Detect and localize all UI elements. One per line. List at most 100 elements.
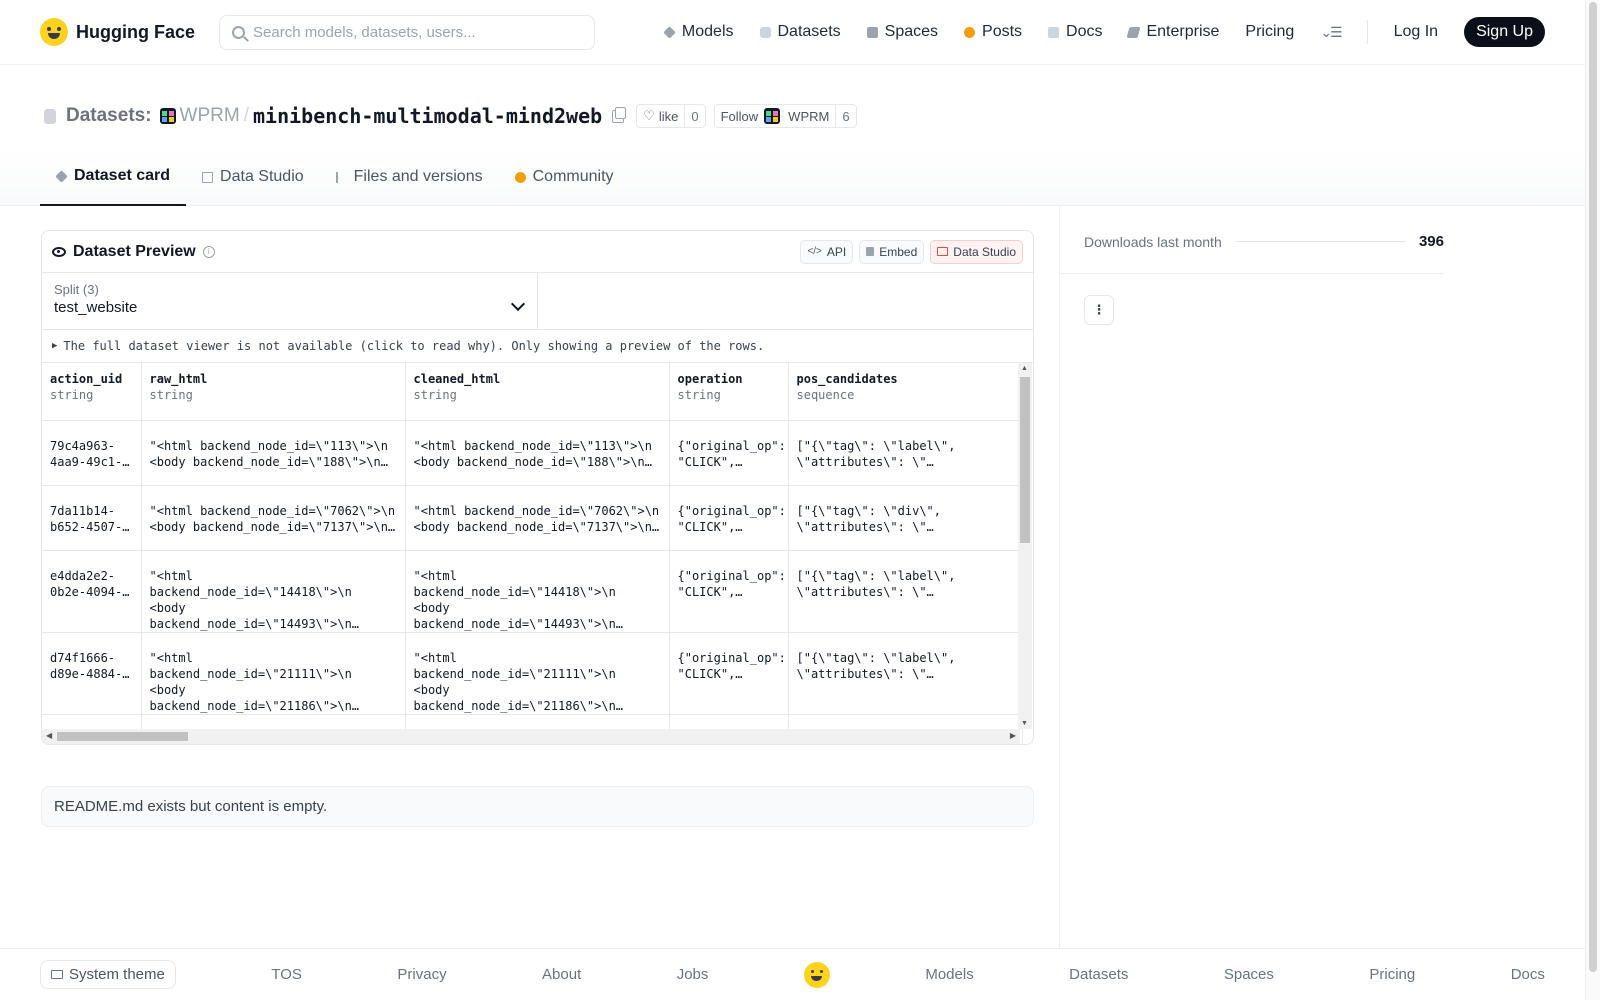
nav-pricing[interactable]: Pricing	[1245, 23, 1294, 41]
scroll-thumb[interactable]	[1020, 377, 1030, 543]
search-input[interactable]: Search models, datasets, users...	[219, 14, 596, 50]
scroll-down-arrow-icon[interactable]: ▼	[1021, 720, 1028, 727]
section-label[interactable]: Datasets:	[66, 105, 152, 127]
split-value: test_website	[54, 299, 138, 316]
table-header-row: action_uid string raw_html string cleaned_…	[42, 363, 1023, 421]
table-cell: 79c4a963- 4aa9-49c1-…	[42, 420, 142, 486]
nav-models[interactable]: Models	[663, 23, 734, 41]
table-cell: "<html backend_node_id=\"14418\">\n <bod…	[141, 550, 406, 633]
tab-files-and-versions[interactable]: Files and versions	[320, 148, 499, 206]
table-cell: "<html backend_node_id=\"7062\">\n <body…	[405, 485, 670, 551]
logo-link[interactable]: Hugging Face	[40, 18, 195, 46]
viewer-notice[interactable]: ▶ The full dataset viewer is not availab…	[42, 330, 1033, 363]
page-scrollbar[interactable]	[1585, 0, 1600, 1000]
tab-community[interactable]: Community	[499, 148, 630, 206]
column-header[interactable]: operation string	[669, 363, 789, 421]
column-header[interactable]: cleaned_html string	[405, 363, 670, 421]
table-cell: {"original_op": "CLICK",…	[669, 550, 789, 633]
table-cell: "<html backend_node_id=\"21111\">\n <bod…	[405, 632, 670, 715]
nav-label: Enterprise	[1146, 23, 1220, 40]
org-avatar	[159, 108, 176, 124]
nav-label: Posts	[982, 23, 1023, 40]
column-header[interactable]: pos_candidates sequence	[788, 363, 1023, 421]
table-row[interactable]: 7da11b14- b652-4507-… "<html backend_nod…	[42, 485, 1023, 551]
scroll-left-arrow-icon[interactable]: ◀	[46, 731, 52, 740]
footer-link-datasets[interactable]: Datasets	[1069, 966, 1128, 983]
tab-data-studio[interactable]: Data Studio	[186, 148, 320, 206]
posts-icon	[964, 26, 976, 38]
more-menu-icon[interactable]: ⌄☰	[1320, 24, 1342, 41]
footer-link-models[interactable]: Models	[925, 966, 973, 983]
split-label: Split (3)	[54, 282, 99, 297]
table-cell: ["{\"tag\": \"label\", \"attributes\": \…	[788, 550, 1023, 633]
preview-header: Dataset Preview i </> API Embed Data Stud…	[42, 231, 1033, 273]
like-count: 0	[684, 105, 704, 127]
nav-label: Pricing	[1245, 23, 1295, 40]
table-horizontal-scrollbar[interactable]: ◀ ▶	[42, 729, 1020, 744]
hugging-face-logo-icon[interactable]	[803, 961, 830, 988]
copy-icon[interactable]	[612, 106, 627, 123]
nav-docs[interactable]: Docs	[1048, 23, 1102, 41]
theme-toggle-button[interactable]: System theme	[40, 960, 176, 989]
embed-button[interactable]: Embed	[859, 239, 925, 264]
notice-text: The full dataset viewer is not available…	[63, 339, 765, 353]
heart-icon: ♡	[643, 108, 655, 123]
table-row[interactable]: d74f1666- d89e-4884-… "<html backend_nod…	[42, 632, 1023, 715]
table-row[interactable]: 79c4a963- 4aa9-49c1-… "<html backend_nod…	[42, 420, 1023, 486]
org-avatar	[764, 108, 781, 124]
nav-label: Spaces	[884, 23, 939, 40]
data-studio-button[interactable]: Data Studio	[930, 239, 1023, 264]
preview-table: action_uid string raw_html string cleaned_…	[42, 363, 1023, 744]
eye-icon	[52, 246, 66, 257]
repo-name[interactable]: minibench-multimodal-mind2web	[253, 104, 602, 128]
page-scroll-thumb[interactable]	[1589, 2, 1597, 972]
footer-link-tos[interactable]: TOS	[271, 966, 302, 983]
org-link[interactable]: WPRM	[180, 105, 240, 127]
tab-dataset-card[interactable]: Dataset card	[40, 148, 187, 206]
downloads-label: Downloads last month	[1084, 233, 1222, 250]
data-studio-label: Data Studio	[953, 244, 1016, 259]
footer-link-about[interactable]: About	[542, 966, 581, 983]
footer-link-pricing[interactable]: Pricing	[1369, 966, 1415, 983]
footer-link-spaces[interactable]: Spaces	[1224, 966, 1274, 983]
nav-label: Docs	[1066, 23, 1103, 40]
split-select[interactable]: Split (3) test_website	[42, 273, 538, 329]
login-link[interactable]: Log In	[1394, 23, 1438, 41]
nav-spaces[interactable]: Spaces	[866, 23, 939, 41]
preview-table-container: action_uid string raw_html string cleaned_…	[42, 363, 1033, 744]
dataset-preview-panel: Dataset Preview i </> API Embed Data Stud…	[41, 230, 1034, 745]
api-button[interactable]: </> API	[800, 239, 854, 264]
follow-button[interactable]: Follow WPRM 6	[713, 104, 857, 128]
table-cell: {"original_op": "CLICK",…	[669, 632, 789, 715]
repo-title-row: Datasets: WPRM / minibench-multimodal-mi…	[44, 100, 857, 132]
column-header[interactable]: action_uid string	[42, 363, 142, 421]
main-nav: Models Datasets Spaces Posts Docs Enterp…	[663, 17, 1545, 47]
footer-link-jobs[interactable]: Jobs	[677, 966, 709, 983]
tabs-bar: Dataset card Data Studio Files and versi…	[0, 148, 1585, 206]
nav-enterprise[interactable]: Enterprise	[1127, 23, 1220, 41]
tab-label: Files and versions	[353, 168, 483, 185]
signup-button[interactable]: Sign Up	[1464, 17, 1545, 47]
table-cell: 7da11b14- b652-4507-…	[42, 485, 142, 551]
column-header[interactable]: raw_html string	[141, 363, 406, 421]
table-cell: "<html backend_node_id=\"113\">\n <body …	[405, 420, 670, 486]
table-icon	[202, 171, 214, 183]
table-row[interactable]: e4dda2e2- 0b2e-4094-… "<html backend_nod…	[42, 550, 1023, 633]
scroll-right-arrow-icon[interactable]: ▶	[1010, 731, 1016, 740]
info-icon[interactable]: i	[202, 245, 215, 258]
models-icon	[663, 25, 676, 39]
scroll-thumb[interactable]	[57, 732, 188, 741]
theme-label: System theme	[69, 966, 165, 983]
footer-link-docs[interactable]: Docs	[1511, 966, 1545, 983]
docs-icon	[1048, 26, 1060, 38]
more-options-button[interactable]: ⋮	[1084, 295, 1114, 325]
nav-datasets[interactable]: Datasets	[759, 23, 841, 41]
footer-link-privacy[interactable]: Privacy	[397, 966, 446, 983]
table-cell: "<html backend_node_id=\"7062\">\n <body…	[141, 485, 406, 551]
nav-posts[interactable]: Posts	[964, 23, 1022, 41]
table-vertical-scrollbar[interactable]: ▲ ▼	[1018, 363, 1032, 729]
like-button[interactable]: ♡ like 0	[636, 104, 706, 128]
table-cell: {"original_op": "CLICK",…	[669, 420, 789, 486]
scroll-up-arrow-icon[interactable]: ▲	[1021, 365, 1028, 372]
path-separator: /	[243, 105, 249, 126]
